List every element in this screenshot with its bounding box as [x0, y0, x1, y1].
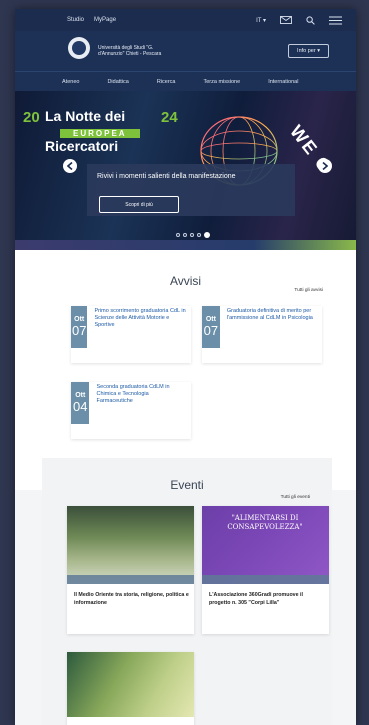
notice-month: Ott	[75, 391, 86, 399]
chevron-down-icon: ▾	[262, 17, 266, 24]
main-nav: Ateneo Didattica Ricerca Terza missione …	[15, 71, 356, 91]
notice-date: Ott 07	[202, 306, 220, 348]
nav-item-terza-missione[interactable]: Terza missione	[204, 79, 241, 85]
all-events-link[interactable]: Tutti gli eventi	[281, 495, 310, 500]
event-title[interactable]: Il Medio Oriente tra storia, religione, …	[67, 584, 194, 607]
event-card[interactable]	[67, 652, 194, 725]
language-label: IT	[256, 17, 262, 24]
mail-icon[interactable]	[280, 16, 292, 24]
notice-month: Ott	[74, 315, 85, 323]
eventi-title: Eventi	[170, 478, 204, 492]
event-image[interactable]: "ALIMENTARSI DI CONSAPEVOLEZZA"	[202, 506, 329, 584]
carousel-dot[interactable]	[183, 233, 187, 237]
hero-caption-text: Rivivi i momenti salienti della manifest…	[97, 173, 236, 180]
event-title[interactable]: L'Associazione 360Gradi promuove il prog…	[202, 584, 329, 607]
notice-card[interactable]: Ott 07 Graduatoria definitiva di merito …	[202, 306, 322, 363]
nav-item-ateneo[interactable]: Ateneo	[62, 79, 79, 85]
menu-icon[interactable]	[329, 16, 342, 25]
notice-day: 07	[71, 322, 87, 338]
studio-link[interactable]: Studio	[67, 17, 84, 23]
carousel-dot-active[interactable]	[204, 232, 210, 238]
notice-day: 04	[73, 398, 88, 414]
event-image-strip	[67, 575, 194, 584]
notice-day: 07	[203, 322, 219, 338]
carousel-prev-button[interactable]	[63, 159, 77, 173]
hero-title-line1: La Notte dei	[45, 108, 126, 124]
nav-item-didattica[interactable]: Didattica	[107, 79, 128, 85]
event-card[interactable]: Il Medio Oriente tra storia, religione, …	[67, 506, 194, 634]
notice-card[interactable]: Ott 07 Primo scorrimento graduatoria CdL…	[71, 306, 191, 363]
top-controls: IT ▾	[256, 15, 342, 25]
carousel-dot[interactable]	[176, 233, 180, 237]
carousel-dot[interactable]	[197, 233, 201, 237]
hero-title-band: EUROPEA	[60, 129, 140, 138]
nav-item-ricerca[interactable]: Ricerca	[157, 79, 176, 85]
top-utility-bar: Studio MyPage IT ▾	[15, 9, 356, 31]
notice-month: Ott	[205, 315, 216, 323]
carousel-dot[interactable]	[190, 233, 194, 237]
site-header: Università degli Studi "G. d'Annunzio" C…	[15, 31, 356, 71]
notice-text[interactable]: Seconda graduatoria CdLM in Chimica e Te…	[89, 382, 191, 439]
chevron-right-icon	[322, 162, 328, 170]
event-title[interactable]	[67, 717, 194, 725]
notice-text[interactable]: Primo scorrimento graduatoria CdL in Sci…	[87, 306, 191, 363]
search-icon[interactable]	[306, 15, 315, 25]
hero-carousel: 20 24 La Notte dei EUROPEA Ricercatori W…	[15, 91, 356, 250]
avvisi-title: Avvisi	[169, 274, 202, 288]
hero-year-right: 24	[161, 109, 178, 126]
hero-bottom-band	[15, 240, 356, 250]
discover-more-button[interactable]: Scopri di più	[99, 196, 179, 213]
hero-year-left: 20	[23, 109, 40, 126]
all-notices-link[interactable]: Tutti gli avvisi	[294, 288, 323, 293]
hero-title: La Notte dei EUROPEA Ricercatori	[45, 109, 140, 154]
carousel-indicators	[176, 232, 210, 238]
nav-item-international[interactable]: International	[268, 79, 298, 85]
notice-card[interactable]: Ott 04 Seconda graduatoria CdLM in Chimi…	[71, 382, 191, 439]
logo-seal-icon	[72, 41, 86, 55]
university-name[interactable]: Università degli Studi "G. d'Annunzio" C…	[98, 45, 178, 57]
mypage-link[interactable]: MyPage	[94, 17, 116, 23]
eventi-section: Eventi Tutti gli eventi Il Medio Oriente…	[42, 458, 332, 725]
notice-date: Ott 07	[71, 306, 88, 348]
carousel-next-button[interactable]	[318, 159, 332, 173]
event-card[interactable]: "ALIMENTARSI DI CONSAPEVOLEZZA" L'Associ…	[202, 506, 329, 634]
event-poster-title: "ALIMENTARSI DI CONSAPEVOLEZZA"	[227, 514, 303, 531]
chevron-left-icon	[67, 162, 73, 170]
info-per-button[interactable]: Info per ▾	[288, 44, 329, 58]
hero-caption: Rivivi i momenti salienti della manifest…	[87, 164, 295, 216]
notice-date: Ott 04	[71, 382, 90, 424]
avvisi-section: Avvisi Tutti gli avvisi Ott 07 Primo sco…	[15, 250, 356, 490]
event-image-strip	[202, 575, 329, 584]
notice-text[interactable]: Graduatoria definitiva di merito per l'a…	[220, 306, 322, 363]
page-frame: Studio MyPage IT ▾ Università degli Stud…	[15, 9, 356, 725]
language-selector[interactable]: IT ▾	[256, 17, 266, 24]
event-image[interactable]	[67, 652, 194, 717]
hero-title-line2: Ricercatori	[45, 138, 119, 154]
event-image[interactable]	[67, 506, 194, 584]
university-logo[interactable]	[68, 37, 90, 59]
